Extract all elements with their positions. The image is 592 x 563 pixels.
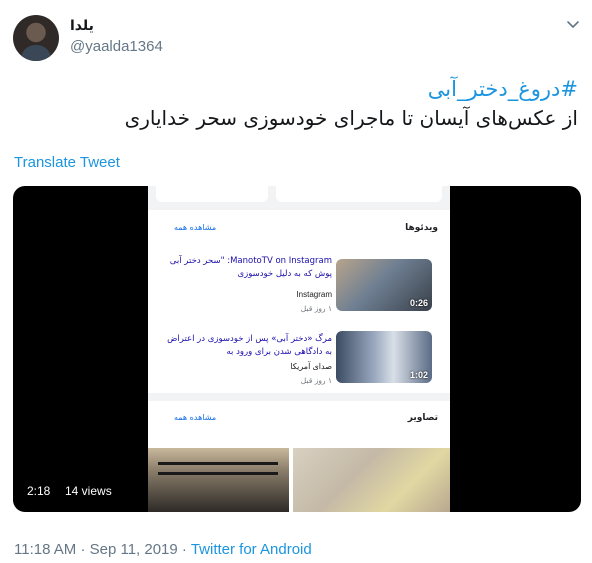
author-display-name[interactable]: یلدا — [70, 18, 94, 34]
images-section-title: تصاویر — [407, 413, 438, 423]
video-result-date: ۱ روز قبل — [300, 376, 332, 385]
tweet-source[interactable]: Twitter for Android — [191, 541, 312, 558]
image-result — [293, 448, 450, 512]
videos-see-all: مشاهده همه — [174, 223, 217, 232]
author-handle[interactable]: @yaalda1364 — [70, 38, 163, 55]
video-views-badge: 14 views — [59, 482, 118, 500]
result-card-top-left — [156, 186, 268, 202]
tweet-meta: 11:18 AM · Sep 11, 2019 · Twitter for An… — [14, 541, 312, 558]
tweet-hashtag[interactable]: #دروغ_دختر_آبی — [428, 77, 578, 101]
video-player[interactable]: ویدئوها مشاهده همه 0:26 ManotoTV on Inst… — [13, 186, 581, 512]
video-result-source: Instagram — [296, 290, 332, 299]
images-see-all: مشاهده همه — [174, 413, 217, 422]
videos-section: ویدئوها مشاهده همه 0:26 ManotoTV on Inst… — [148, 210, 450, 393]
meta-separator: · — [181, 541, 187, 558]
meta-separator: · — [80, 541, 86, 558]
video-duration: 1:02 — [409, 370, 428, 380]
video-result-source: صدای آمریکا — [290, 362, 332, 371]
video-result-date: ۱ روز قبل — [300, 304, 332, 313]
image-result — [148, 448, 289, 512]
video-elapsed-badge: 2:18 — [21, 482, 57, 500]
video-result-title: مرگ «دختر آبی» پس از خودسوزی در اعتراض ب… — [167, 334, 332, 357]
video-duration: 0:26 — [409, 298, 428, 308]
avatar[interactable] — [13, 15, 59, 61]
tweet-date[interactable]: Sep 11, 2019 — [90, 541, 178, 558]
chevron-down-icon[interactable] — [564, 15, 582, 33]
tweet-card: یلدا @yaalda1364 #دروغ_دختر_آبی از عکس‌ه… — [0, 0, 592, 563]
tweet-time[interactable]: 11:18 AM — [14, 541, 76, 558]
video-thumbnail: 1:02 — [336, 331, 432, 383]
videos-section-title: ویدئوها — [405, 223, 438, 233]
video-frame: ویدئوها مشاهده همه 0:26 ManotoTV on Inst… — [148, 186, 450, 512]
video-result-title: ManotoTV on Instagram: "سحر دختر آبی پوش… — [169, 256, 332, 279]
translate-tweet-link[interactable]: Translate Tweet — [14, 154, 120, 171]
video-thumbnail: 0:26 — [336, 259, 432, 311]
result-card-top-right — [276, 186, 442, 202]
tweet-text: از عکس‌های آیسان تا ماجرای خودسوزی سحر خ… — [124, 106, 578, 130]
